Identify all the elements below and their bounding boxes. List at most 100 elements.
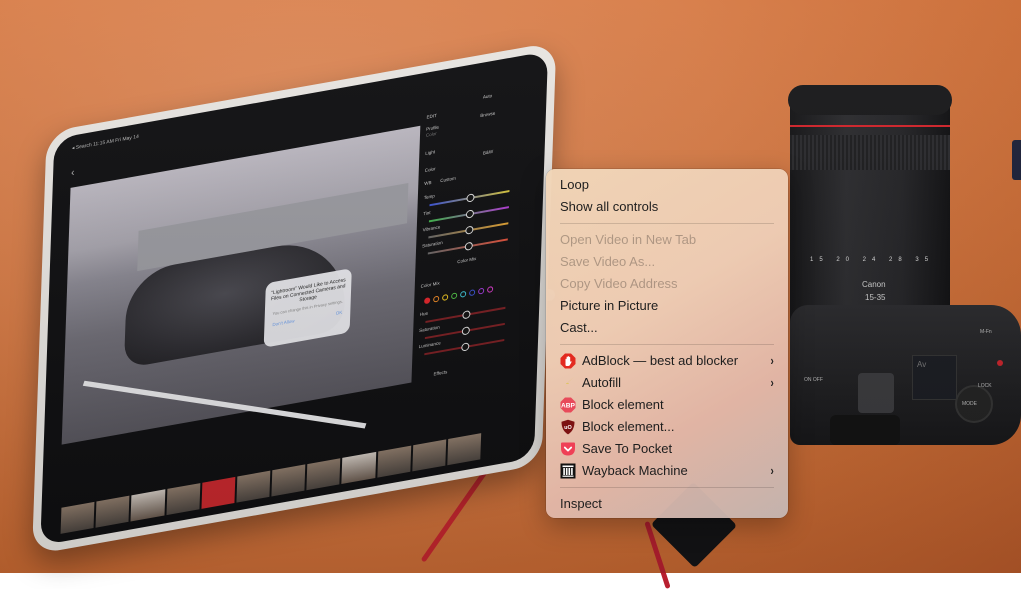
thumbnail bbox=[271, 464, 306, 497]
dialog-subtitle: You can change this in Privacy settings. bbox=[272, 298, 344, 317]
back-chevron-icon: ‹ bbox=[70, 167, 75, 179]
menu-item-picture-in-picture[interactable]: Picture in Picture bbox=[546, 295, 788, 317]
effects-section: Effects bbox=[433, 369, 448, 377]
ok-button: OK bbox=[335, 309, 343, 316]
menu-separator bbox=[560, 344, 774, 345]
color-mix-label: Color Mix bbox=[420, 280, 440, 289]
warehouse bbox=[137, 182, 409, 272]
menu-item-label: Loop bbox=[560, 177, 589, 192]
menu-item-label: Save Video As... bbox=[560, 254, 656, 269]
ublock-origin-icon: uO bbox=[560, 419, 576, 435]
menu-item-label: Autofill bbox=[582, 375, 622, 390]
thumbnail bbox=[130, 489, 165, 522]
slider-label: Tint bbox=[423, 210, 431, 217]
thumbnail bbox=[412, 439, 447, 472]
menu-item-label: Inspect bbox=[560, 496, 602, 511]
menu-item-label: Picture in Picture bbox=[560, 298, 659, 313]
temp-slider bbox=[429, 190, 510, 206]
tint-slider bbox=[428, 206, 509, 222]
thumbnail bbox=[236, 470, 271, 503]
hot-shoe bbox=[858, 373, 894, 413]
menu-item-block-element-abp[interactable]: ABP Block element bbox=[546, 394, 788, 416]
slider-knob bbox=[466, 193, 475, 203]
color-swatch bbox=[424, 297, 431, 305]
wayback-machine-icon bbox=[560, 463, 576, 479]
menu-separator bbox=[560, 487, 774, 488]
menu-item-autofill[interactable]: Autofill › bbox=[546, 372, 788, 394]
luminance-slider bbox=[424, 339, 505, 355]
ipad-frame: ◂ Search 11:15 AM Fri May 14 ‹ “Lightroo… bbox=[32, 41, 557, 555]
slider-knob bbox=[461, 342, 470, 352]
menu-item-label: AdBlock — best ad blocker bbox=[582, 353, 739, 368]
color-swatch bbox=[451, 292, 458, 300]
lock-label: LOCK bbox=[978, 383, 992, 389]
mix-slider-label: Saturation bbox=[419, 324, 440, 334]
profile-value: Color bbox=[425, 130, 437, 138]
color-section: Color bbox=[424, 166, 436, 174]
ipad: ◂ Search 11:15 AM Fri May 14 ‹ “Lightroo… bbox=[32, 41, 557, 555]
submenu-chevron-icon: › bbox=[770, 353, 774, 368]
menu-item-inspect[interactable]: Inspect bbox=[546, 493, 788, 515]
menu-item-show-all-controls[interactable]: Show all controls bbox=[546, 196, 788, 218]
mix-slider-label: Luminance bbox=[418, 340, 441, 350]
menu-item-cast[interactable]: Cast... bbox=[546, 317, 788, 339]
menu-item-loop[interactable]: Loop bbox=[546, 174, 788, 196]
menu-item-label: Wayback Machine bbox=[582, 463, 688, 478]
mix-slider-label: Hue bbox=[419, 310, 429, 318]
color-swatch bbox=[487, 285, 494, 294]
menu-item-label: Cast... bbox=[560, 320, 598, 335]
slider-knob bbox=[465, 225, 474, 235]
lightroom-screen: ◂ Search 11:15 AM Fri May 14 ‹ “Lightroo… bbox=[40, 51, 549, 546]
thumbnail bbox=[447, 433, 482, 466]
lens-grip bbox=[790, 135, 950, 170]
slider-knob bbox=[465, 209, 475, 219]
menu-item-label: Block element... bbox=[582, 419, 675, 434]
menu-item-save-to-pocket[interactable]: Save To Pocket bbox=[546, 438, 788, 460]
thumbnail bbox=[60, 501, 95, 534]
dialog-title: “Lightroom” Would Like to Access Files o… bbox=[270, 277, 346, 304]
red-cable bbox=[420, 428, 517, 563]
edit-panel: EDIT Auto Profile Color Browse Light Col… bbox=[413, 74, 533, 386]
filmstrip bbox=[60, 433, 482, 534]
submenu-chevron-icon: › bbox=[770, 463, 774, 478]
mfn-label: M-Fn bbox=[980, 329, 992, 335]
lens-front bbox=[788, 85, 952, 115]
lens-red-ring bbox=[790, 125, 950, 127]
menu-item-adblock[interactable]: AdBlock — best ad blocker › bbox=[546, 350, 788, 372]
submenu-chevron-icon: › bbox=[770, 375, 774, 390]
color-swatch bbox=[478, 287, 485, 295]
slider-label: Temp bbox=[423, 193, 435, 201]
wb-value: Custom bbox=[440, 175, 456, 184]
menu-item-label: Open Video in New Tab bbox=[560, 232, 697, 247]
wb-label: WB bbox=[424, 179, 432, 187]
slider-label: Saturation bbox=[422, 239, 443, 249]
lens-brand: Canon bbox=[862, 280, 886, 289]
power-label: ON OFF bbox=[804, 377, 823, 383]
light-section: Light bbox=[425, 149, 436, 156]
thumbnail bbox=[376, 445, 411, 478]
saturation-slider bbox=[427, 238, 508, 255]
autofill-lightning-icon bbox=[560, 375, 576, 391]
color-mix-button: Color Mix bbox=[457, 255, 477, 265]
partial-object-right-edge bbox=[1012, 140, 1021, 180]
menu-item-block-element-ublock[interactable]: uO Block element... bbox=[546, 416, 788, 438]
menu-item-wayback-machine[interactable]: Wayback Machine › bbox=[546, 460, 788, 482]
lens-focal-scale: 15 20 24 28 35 bbox=[810, 257, 935, 263]
slider-label: Vibrance bbox=[422, 224, 441, 233]
slider-knob bbox=[461, 326, 471, 336]
color-swatch bbox=[469, 289, 476, 297]
abp-icon-text: ABP bbox=[561, 403, 576, 410]
lens-focal-range: 15-35 bbox=[865, 293, 886, 302]
adblock-hand-icon bbox=[560, 353, 576, 369]
ublock-icon-text: uO bbox=[564, 425, 572, 431]
thumbnail bbox=[95, 495, 130, 528]
menu-item-label: Copy Video Address bbox=[560, 276, 678, 291]
color-swatches bbox=[424, 285, 494, 305]
color-swatch bbox=[460, 290, 467, 298]
menu-item-open-video-new-tab: Open Video in New Tab bbox=[546, 229, 788, 251]
pocket-icon bbox=[560, 441, 576, 457]
bw-button: B&W bbox=[482, 148, 494, 156]
thumbnail bbox=[201, 476, 236, 509]
camera-body: Av ON OFF MODE LOCK M-Fn bbox=[790, 305, 1021, 445]
context-menu: Loop Show all controls Open Video in New… bbox=[546, 169, 788, 518]
